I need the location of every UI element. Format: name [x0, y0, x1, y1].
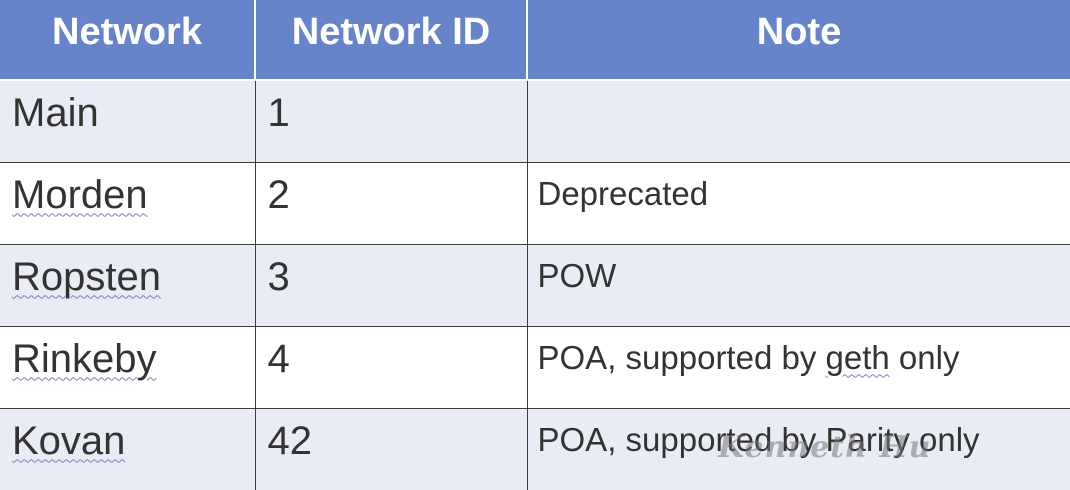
network-name-cell: Ropsten	[0, 243, 256, 327]
table-row: Morden 2 Deprecated	[0, 161, 1070, 245]
network-name: Kovan	[12, 418, 126, 463]
note-cell: POA, supported by geth only	[526, 325, 1070, 409]
note-text: POA, supported by	[537, 338, 826, 376]
network-name-cell: Main	[0, 80, 256, 163]
network-name-cell: Kovan	[0, 407, 256, 490]
network-table: Network Network ID Note Main 1 Morden 2 …	[0, 0, 1070, 490]
document-page: Network Network ID Note Main 1 Morden 2 …	[0, 0, 1070, 490]
header-network: Network	[0, 0, 256, 81]
note-text: only	[889, 338, 960, 376]
note-cell	[526, 80, 1070, 163]
note-text-geth: geth	[825, 338, 890, 376]
network-id-cell: 1	[254, 80, 528, 163]
header-note: Note	[527, 0, 1070, 81]
network-name: Morden	[12, 172, 148, 217]
network-id-cell: 3	[254, 243, 528, 327]
note-cell: POW	[526, 243, 1070, 327]
table-row: Kovan 42 POA, supported by Parity only	[0, 407, 1070, 490]
network-name: Main	[12, 91, 99, 135]
network-name: Ropsten	[12, 254, 161, 299]
header-network-id: Network ID	[255, 0, 528, 81]
network-name-cell: Morden	[0, 161, 256, 245]
table-header-row: Network Network ID Note	[0, 0, 1070, 81]
network-id-cell: 4	[254, 325, 528, 409]
network-id-cell: 42	[254, 407, 528, 490]
table-row: Rinkeby 4 POA, supported by geth only	[0, 325, 1070, 409]
note-cell: Deprecated	[526, 161, 1070, 245]
table-row: Ropsten 3 POW	[0, 243, 1070, 327]
network-name-cell: Rinkeby	[0, 325, 256, 409]
network-id-cell: 2	[254, 161, 528, 245]
table-row: Main 1	[0, 80, 1070, 163]
note-cell: POA, supported by Parity only	[526, 407, 1070, 490]
network-name: Rinkeby	[12, 336, 157, 381]
